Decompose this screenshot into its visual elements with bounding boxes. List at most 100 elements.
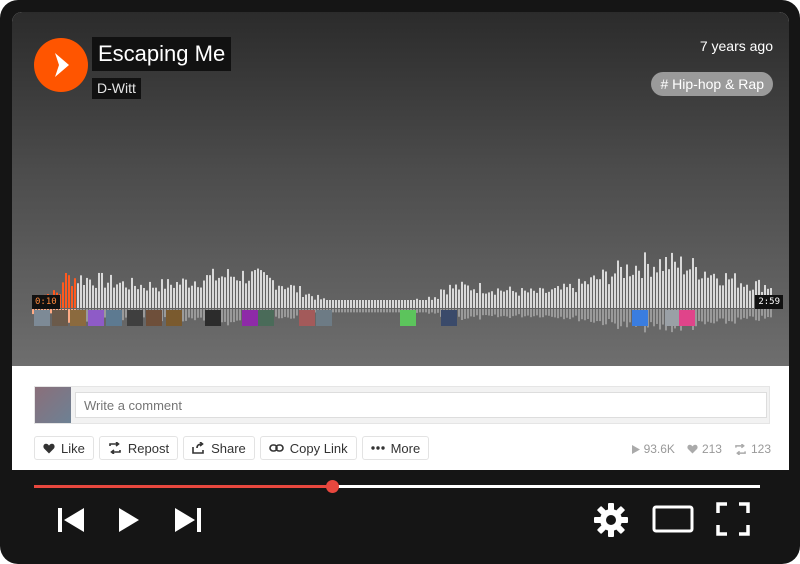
waveform-bar bbox=[227, 269, 229, 308]
waveform-comment-avatar[interactable] bbox=[106, 310, 122, 326]
waveform-comment-avatar[interactable] bbox=[665, 310, 681, 326]
waveform-bar bbox=[203, 280, 205, 308]
waveform-bar bbox=[209, 275, 211, 308]
waveform-reflection bbox=[425, 309, 427, 313]
gear-icon bbox=[594, 503, 628, 537]
waveform-bar bbox=[545, 292, 547, 308]
waveform-comment-avatar[interactable] bbox=[166, 310, 182, 326]
waveform-reflection bbox=[509, 309, 511, 318]
waveform-reflection bbox=[335, 309, 337, 313]
waveform-reflection bbox=[707, 309, 709, 322]
waveform-reflection bbox=[284, 309, 286, 317]
waveform-bar bbox=[65, 272, 67, 308]
waveform-reflection bbox=[461, 309, 463, 321]
waveform-comment-avatar[interactable] bbox=[52, 310, 68, 326]
waveform-reflection bbox=[545, 309, 547, 316]
waveform-reflection bbox=[185, 309, 187, 321]
waveform-reflection bbox=[353, 309, 355, 313]
waveform-comment-avatar[interactable] bbox=[632, 310, 648, 326]
next-button[interactable] bbox=[173, 505, 203, 535]
share-label: Share bbox=[211, 440, 246, 456]
likes-heart-icon bbox=[687, 444, 698, 454]
waveform-reflection bbox=[698, 309, 700, 321]
waveform-comment-avatar[interactable] bbox=[441, 310, 457, 326]
waveform-bar bbox=[476, 293, 478, 308]
likes-stat[interactable]: 213 bbox=[687, 442, 722, 456]
waveform-reflection bbox=[596, 309, 598, 322]
waveform-bar bbox=[608, 284, 610, 308]
waveform-reflection bbox=[359, 309, 361, 313]
waveform-reflection bbox=[614, 309, 616, 324]
waveform-comment-avatar[interactable] bbox=[70, 310, 86, 326]
waveform-bar bbox=[740, 283, 742, 308]
comment-input[interactable] bbox=[75, 392, 767, 418]
waveform-comment-avatar[interactable] bbox=[258, 310, 274, 326]
waveform-comment-avatar[interactable] bbox=[400, 310, 416, 326]
waveform-comment-avatar[interactable] bbox=[127, 310, 143, 326]
waveform-reflection bbox=[482, 309, 484, 316]
waveform-bar bbox=[179, 284, 181, 308]
more-button[interactable]: More bbox=[361, 436, 430, 460]
waveform-bar bbox=[92, 285, 94, 308]
waveform-bar bbox=[230, 276, 232, 308]
waveform-bar bbox=[257, 268, 259, 308]
waveform-bar bbox=[398, 300, 400, 308]
waveform-bar bbox=[389, 300, 391, 308]
genre-tag[interactable]: # Hip-hop & Rap bbox=[651, 72, 773, 96]
copy-link-button[interactable]: Copy Link bbox=[259, 436, 357, 460]
waveform-bar bbox=[128, 289, 130, 308]
waveform-bar bbox=[677, 267, 679, 308]
waveform-comment-avatar[interactable] bbox=[205, 310, 221, 326]
user-avatar bbox=[35, 387, 71, 423]
waveform-bar bbox=[251, 271, 253, 308]
waveform-reflection bbox=[122, 309, 124, 321]
reposts-stat[interactable]: 123 bbox=[734, 442, 771, 456]
previous-button[interactable] bbox=[56, 505, 86, 535]
waveform-reflection bbox=[503, 309, 505, 316]
waveform-reflection bbox=[236, 309, 238, 321]
waveform-comment-avatar[interactable] bbox=[242, 310, 258, 326]
video-progress-bar[interactable] bbox=[34, 480, 760, 493]
share-button[interactable]: Share bbox=[183, 436, 255, 460]
waveform-reflection bbox=[230, 309, 232, 323]
waveform-reflection bbox=[239, 309, 241, 321]
waveform-reflection bbox=[728, 309, 730, 322]
play-button[interactable] bbox=[34, 38, 88, 92]
waveform-bar bbox=[647, 263, 649, 308]
waveform-bar bbox=[470, 290, 472, 308]
settings-button[interactable] bbox=[592, 501, 630, 539]
waveform-bar bbox=[494, 294, 496, 308]
waveform-reflection bbox=[281, 309, 283, 319]
track-artist[interactable]: D-Witt bbox=[92, 78, 141, 99]
waveform-reflection bbox=[125, 309, 127, 318]
waveform-comment-avatar[interactable] bbox=[34, 310, 50, 326]
waveform-bar bbox=[305, 294, 307, 308]
waveform-bar bbox=[461, 281, 463, 308]
waveform-comment-avatar[interactable] bbox=[679, 310, 695, 326]
fullscreen-button[interactable] bbox=[716, 502, 750, 536]
progress-handle[interactable] bbox=[325, 480, 339, 493]
waveform-reflection bbox=[527, 309, 529, 316]
repost-button[interactable]: Repost bbox=[98, 436, 179, 460]
track-title[interactable]: Escaping Me bbox=[92, 37, 232, 71]
waveform-reflection bbox=[470, 309, 472, 317]
waveform-comment-avatar[interactable] bbox=[146, 310, 162, 326]
waveform-bar bbox=[407, 300, 409, 308]
like-button[interactable]: Like bbox=[34, 436, 94, 460]
theater-mode-button[interactable] bbox=[652, 505, 694, 533]
waveform-reflection bbox=[350, 309, 352, 313]
waveform-bar bbox=[155, 287, 157, 308]
waveform-comment-avatar[interactable] bbox=[299, 310, 315, 326]
waveform-reflection bbox=[626, 309, 628, 328]
waveform-reflection bbox=[416, 309, 418, 313]
waveform-reflection bbox=[377, 309, 379, 313]
waveform-comment-avatar[interactable] bbox=[88, 310, 104, 326]
waveform-reflection bbox=[431, 309, 433, 313]
waveform-reflection bbox=[50, 309, 52, 314]
waveform-reflection bbox=[533, 309, 535, 317]
waveform-comment-avatar[interactable] bbox=[316, 310, 332, 326]
waveform-reflection bbox=[32, 309, 34, 315]
waveform-bar bbox=[68, 275, 70, 308]
play-pause-button[interactable] bbox=[117, 506, 141, 534]
waveform-bar bbox=[587, 284, 589, 308]
